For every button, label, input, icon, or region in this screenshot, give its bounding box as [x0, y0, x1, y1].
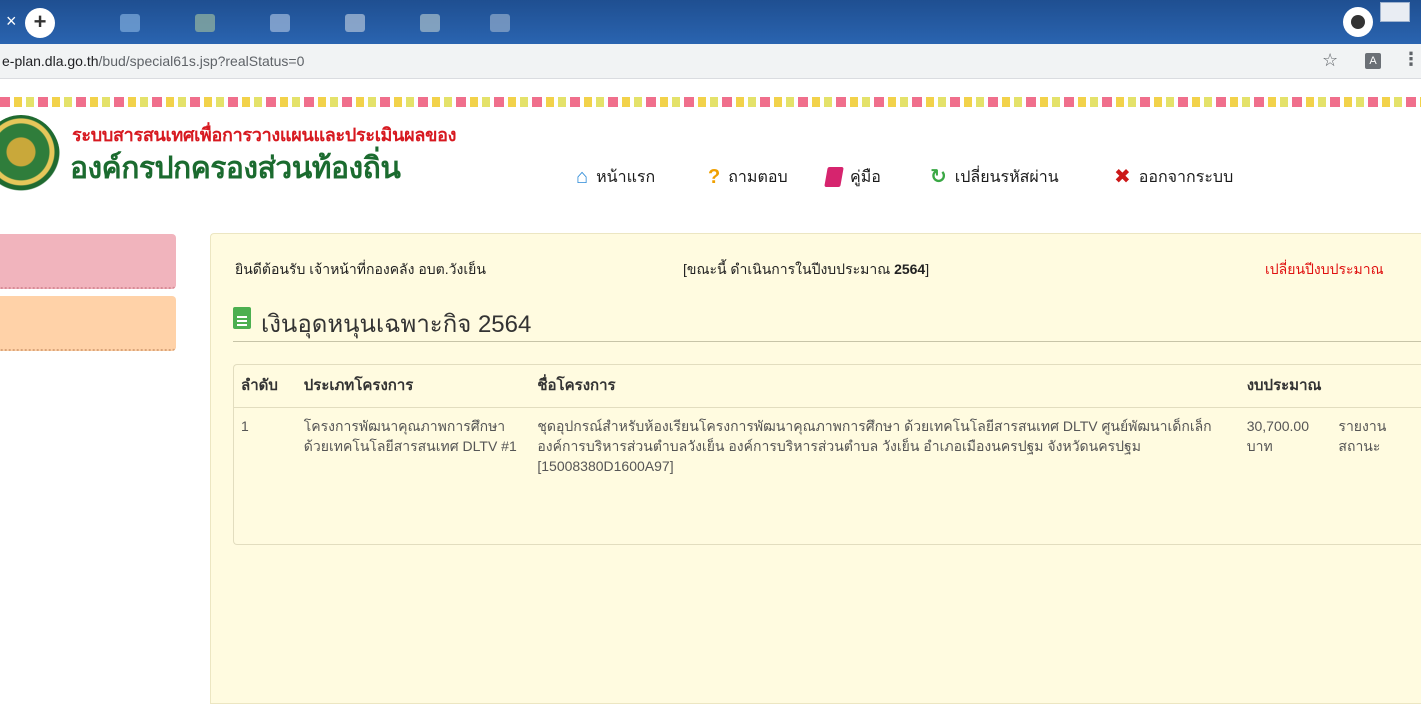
nav-manual[interactable]: คู่มือ [824, 162, 881, 192]
project-table: ลำดับ ประเภทโครงการ ชื่อโครงการ งบประมาณ… [234, 365, 1421, 484]
fiscal-prefix: [ขณะนี้ ดำเนินการในปีงบประมาณ [683, 261, 895, 277]
url-text[interactable]: e-plan.dla.go.th/bud/special61s.jsp?real… [2, 53, 304, 69]
project-name: ชุดอุปกรณ์สำหรับห้องเรียนโครงการพัฒนาคุณ… [537, 418, 1212, 454]
nav-change-password-label: เปลี่ยนรหัสผ่าน [954, 168, 1059, 186]
cell-type: โครงการพัฒนาคุณภาพการศึกษาด้วยเทคโนโลยีส… [303, 418, 517, 454]
cell-no: 1 [241, 418, 249, 434]
project-table-container: ลำดับ ประเภทโครงการ ชื่อโครงการ งบประมาณ… [233, 364, 1421, 545]
url-path: /bud/special61s.jsp?realStatus=0 [98, 53, 305, 69]
nav-faq[interactable]: ? ถามตอบ [708, 162, 788, 192]
cell-budget: 30,700.00 บาท [1241, 408, 1333, 485]
header-decorative-stripe [0, 97, 1421, 107]
browser-tab-strip: × + [0, 0, 1421, 44]
nav-home-label: หน้าแรก [596, 168, 656, 186]
dla-logo-emblem [0, 115, 60, 197]
taskbar-app-icon[interactable] [270, 14, 290, 32]
col-header-no: ลำดับ [241, 378, 278, 394]
refresh-icon: ↻ [930, 166, 947, 188]
budget-amount: 30,700.00 [1246, 418, 1309, 434]
nav-manual-label: คู่มือ [850, 168, 881, 186]
sidebar-menu-block-orange[interactable] [0, 296, 176, 351]
sidebar-menu-block-pink[interactable] [0, 234, 176, 289]
menu-more-icon[interactable]: ⋮ [1402, 49, 1420, 70]
col-header-action [1332, 365, 1421, 408]
tab-close-icon[interactable]: × [6, 8, 26, 34]
nav-logout-label: ออกจากระบบ [1138, 168, 1234, 186]
close-icon: ✖ [1114, 166, 1131, 188]
taskbar-app-icon[interactable] [195, 14, 215, 32]
home-icon: ⌂ [576, 166, 589, 188]
table-row[interactable]: 1 โครงการพัฒนาคุณภาพการศึกษาด้วยเทคโนโลย… [234, 407, 1421, 485]
col-header-budget: งบประมาณ [1246, 378, 1322, 394]
taskbar-app-icon[interactable] [345, 14, 365, 32]
welcome-text: ยินดีต้อนรับ เจ้าหน้าที่กองคลัง อบต.วังเ… [235, 261, 486, 277]
fiscal-year-status: [ขณะนี้ ดำเนินการในปีงบประมาณ 2564] [683, 259, 929, 281]
col-header-name: ชื่อโครงการ [537, 378, 616, 394]
nav-logout[interactable]: ✖ ออกจากระบบ [1114, 162, 1233, 192]
nav-change-password[interactable]: ↻ เปลี่ยนรหัสผ่าน [930, 162, 1059, 192]
page-heading: เงินอุดหนุนเฉพาะกิจ 2564 [233, 304, 1421, 342]
document-icon [233, 307, 251, 329]
fiscal-suffix: ] [925, 261, 930, 277]
book-icon [824, 167, 844, 187]
cell-report[interactable]: รายงานสถานะ [1332, 408, 1421, 485]
main-content-panel: ยินดีต้อนรับ เจ้าหน้าที่กองคลัง อบต.วังเ… [210, 233, 1421, 704]
taskbar-app-icon[interactable] [120, 14, 140, 32]
bookmark-star-icon[interactable]: ☆ [1322, 50, 1338, 71]
taskbar-app-icon[interactable] [490, 14, 510, 32]
change-fiscal-year-link[interactable]: เปลี่ยนปีงบประมาณ [1265, 259, 1384, 281]
project-code: [15008380D1600A97] [537, 458, 674, 474]
window-minimize-button[interactable] [1380, 2, 1410, 22]
budget-unit: บาท [1246, 438, 1273, 454]
cell-name: ชุดอุปกรณ์สำหรับห้องเรียนโครงการพัฒนาคุณ… [531, 408, 1240, 485]
page-title: เงินอุดหนุนเฉพาะกิจ 2564 [261, 311, 532, 338]
nav-faq-label: ถามตอบ [728, 168, 788, 186]
nav-home[interactable]: ⌂ หน้าแรก [576, 162, 655, 192]
col-header-type: ประเภทโครงการ [303, 378, 414, 394]
new-tab-button[interactable]: + [25, 8, 55, 38]
fiscal-year: 2564 [894, 261, 926, 277]
pdf-extension-icon[interactable]: A [1365, 53, 1381, 69]
address-bar[interactable]: e-plan.dla.go.th/bud/special61s.jsp?real… [0, 44, 1421, 79]
profile-avatar-icon[interactable] [1343, 7, 1373, 37]
question-icon: ? [708, 166, 721, 188]
site-title-line2: องค์กรปกครองส่วนท้องถิ่น [70, 152, 401, 185]
taskbar-app-icon[interactable] [420, 14, 440, 32]
table-header-row: ลำดับ ประเภทโครงการ ชื่อโครงการ งบประมาณ [234, 365, 1421, 408]
url-host: e-plan.dla.go.th [2, 53, 99, 69]
